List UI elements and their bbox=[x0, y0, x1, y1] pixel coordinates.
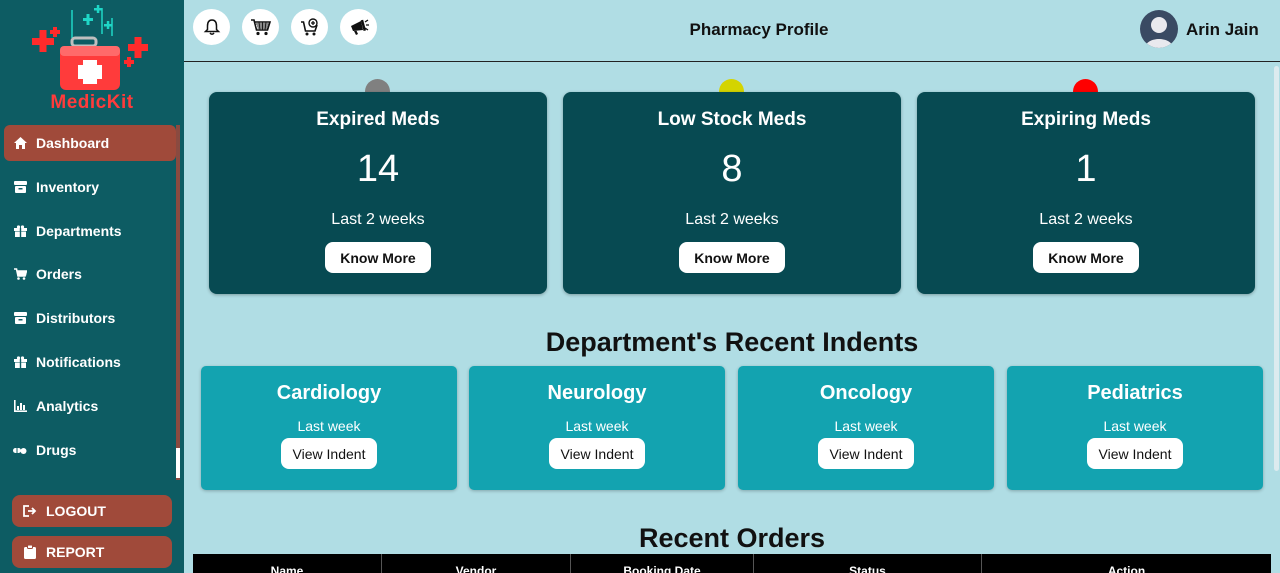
sidebar-item-label: Analytics bbox=[36, 397, 99, 414]
cart-icon[interactable] bbox=[242, 9, 279, 45]
box-icon bbox=[12, 311, 28, 325]
sidebar-item-analytics[interactable]: Analytics bbox=[4, 388, 176, 424]
avatar[interactable] bbox=[1140, 10, 1178, 48]
column-header-action[interactable]: Action bbox=[982, 554, 1271, 573]
stat-card-expired: Expired Meds 14 Last 2 weeks Know More bbox=[209, 92, 547, 294]
logout-button[interactable]: LOGOUT bbox=[12, 495, 172, 527]
dept-name: Pediatrics bbox=[1087, 382, 1183, 404]
sidebar-item-label: Inventory bbox=[36, 178, 100, 195]
stat-value: 8 bbox=[721, 148, 743, 190]
bell-icon[interactable] bbox=[193, 9, 230, 45]
sidebar-item-label: Dashboard bbox=[36, 135, 110, 151]
user-name[interactable]: Arin Jain bbox=[1186, 20, 1259, 40]
dept-card-cardiology: Cardiology Last week View Indent bbox=[201, 366, 457, 490]
view-indent-button[interactable]: View Indent bbox=[818, 438, 914, 469]
know-more-button[interactable]: Know More bbox=[679, 242, 785, 273]
home-icon bbox=[12, 136, 28, 150]
dept-card-neurology: Neurology Last week View Indent bbox=[469, 366, 725, 490]
dept-period: Last week bbox=[1103, 418, 1167, 434]
dept-name: Oncology bbox=[819, 382, 913, 404]
sidebar-item-label: Notifications bbox=[36, 353, 121, 370]
stat-value: 14 bbox=[356, 148, 400, 190]
column-header-vendor[interactable]: Vendor bbox=[382, 554, 571, 573]
view-indent-button[interactable]: View Indent bbox=[1087, 438, 1183, 469]
know-more-button[interactable]: Know More bbox=[325, 242, 431, 273]
sidebar-item-departments[interactable]: Departments bbox=[4, 213, 176, 249]
gift-icon bbox=[12, 355, 28, 369]
sidebar-item-distributors[interactable]: Distributors bbox=[4, 300, 176, 336]
dept-period: Last week bbox=[297, 418, 361, 434]
clipboard-icon bbox=[22, 545, 38, 559]
stat-card-low-stock: Low Stock Meds 8 Last 2 weeks Know More bbox=[563, 92, 901, 294]
stat-title: Low Stock Meds bbox=[657, 109, 807, 130]
box-icon bbox=[12, 180, 28, 194]
dept-name: Neurology bbox=[547, 382, 647, 404]
report-label: REPORT bbox=[46, 544, 105, 560]
dept-period: Last week bbox=[834, 418, 898, 434]
departments-section-title: Department's Recent Indents bbox=[545, 327, 919, 357]
dept-period: Last week bbox=[565, 418, 629, 434]
sidebar: MedicKit Dashboard Inventory Departments… bbox=[0, 0, 184, 573]
pills-icon bbox=[12, 443, 28, 457]
column-header-status[interactable]: Status bbox=[754, 554, 982, 573]
stat-card-expiring: Expiring Meds 1 Last 2 weeks Know More bbox=[917, 92, 1255, 294]
gift-icon bbox=[12, 224, 28, 238]
stat-title: Expired Meds bbox=[316, 109, 440, 130]
top-header: Pharmacy Profile Arin Jain bbox=[184, 0, 1280, 62]
page-title: Pharmacy Profile bbox=[689, 20, 829, 39]
stat-value: 1 bbox=[1075, 148, 1097, 190]
sidebar-scroll-thumb[interactable] bbox=[176, 448, 180, 478]
sidebar-scrollbar[interactable] bbox=[176, 125, 180, 480]
sidebar-item-label: Orders bbox=[36, 266, 82, 283]
report-button[interactable]: REPORT bbox=[12, 536, 172, 568]
sidebar-item-label: Distributors bbox=[36, 310, 116, 327]
sidebar-item-notifications[interactable]: Notifications bbox=[4, 344, 176, 380]
column-header-booking-date[interactable]: Booking Date bbox=[571, 554, 754, 573]
brand-name: MedicKit bbox=[50, 92, 134, 113]
sidebar-nav: Dashboard Inventory Departments Orders D… bbox=[4, 125, 176, 475]
dept-card-oncology: Oncology Last week View Indent bbox=[738, 366, 994, 490]
column-header-name[interactable]: Name bbox=[193, 554, 382, 573]
orders-section-title: Recent Orders bbox=[638, 523, 826, 553]
logout-label: LOGOUT bbox=[46, 503, 106, 519]
chart-icon bbox=[12, 399, 28, 413]
dept-name: Cardiology bbox=[276, 382, 382, 404]
megaphone-icon[interactable] bbox=[340, 9, 377, 45]
know-more-button[interactable]: Know More bbox=[1033, 242, 1139, 273]
sidebar-item-dashboard[interactable]: Dashboard bbox=[4, 125, 176, 161]
view-indent-button[interactable]: View Indent bbox=[281, 438, 377, 469]
stat-period: Last 2 weeks bbox=[331, 211, 425, 228]
dept-card-pediatrics: Pediatrics Last week View Indent bbox=[1007, 366, 1263, 490]
sidebar-item-inventory[interactable]: Inventory bbox=[4, 169, 176, 205]
logout-icon bbox=[22, 504, 38, 518]
page-scrollbar[interactable] bbox=[1274, 66, 1279, 471]
cart-icon bbox=[12, 267, 28, 281]
sidebar-item-orders[interactable]: Orders bbox=[4, 256, 176, 292]
view-indent-button[interactable]: View Indent bbox=[549, 438, 645, 469]
orders-table-header: Name Vendor Booking Date Status Action bbox=[193, 554, 1271, 573]
sidebar-item-drugs[interactable]: Drugs bbox=[4, 432, 176, 468]
stat-title: Expiring Meds bbox=[1021, 109, 1151, 130]
sidebar-item-label: Drugs bbox=[36, 441, 77, 458]
stat-period: Last 2 weeks bbox=[685, 211, 779, 228]
cart-add-icon[interactable] bbox=[291, 9, 328, 45]
sidebar-item-label: Departments bbox=[36, 222, 122, 239]
stat-period: Last 2 weeks bbox=[1039, 211, 1133, 228]
